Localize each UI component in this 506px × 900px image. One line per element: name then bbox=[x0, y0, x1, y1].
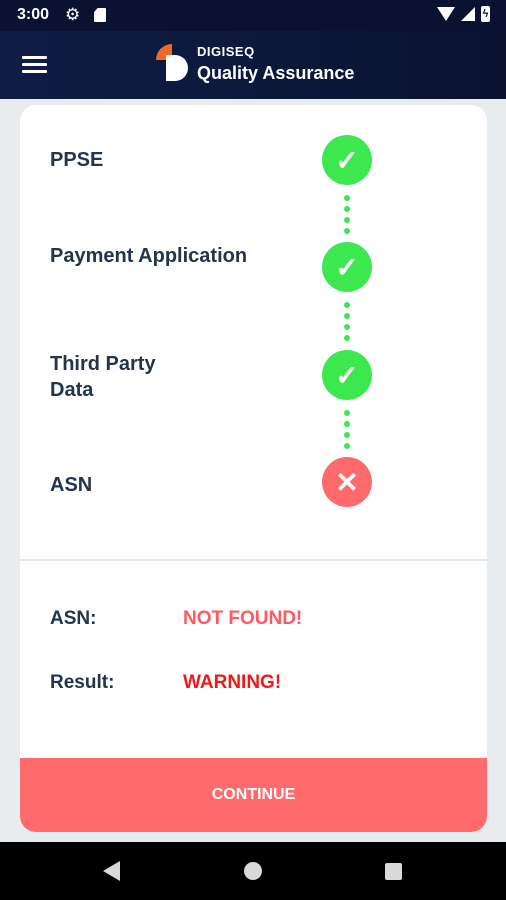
status-time: 3:00 bbox=[17, 6, 50, 23]
result-value: WARNING! bbox=[183, 672, 282, 693]
check-icon: ✓ bbox=[322, 350, 372, 400]
check-icon: ✓ bbox=[322, 242, 372, 292]
digiseq-logo bbox=[156, 44, 190, 82]
app-bar: DIGISEQ Quality Assurance bbox=[0, 31, 506, 99]
step-connector bbox=[344, 195, 350, 239]
step-label-ppse: PPSE bbox=[50, 149, 104, 171]
asn-value: NOT FOUND! bbox=[183, 608, 303, 629]
asn-label: ASN: bbox=[50, 608, 97, 629]
settings-icon: ⚙ bbox=[65, 5, 81, 24]
status-bar: 3:00 ⚙ bbox=[0, 0, 506, 31]
wifi-icon bbox=[437, 7, 455, 21]
step-label-payment-application: Payment Application bbox=[50, 245, 248, 267]
step-label-third-party-data: Third Party Data bbox=[50, 353, 156, 401]
step-connector bbox=[344, 410, 350, 454]
step-connector bbox=[344, 302, 350, 346]
navigation-bar bbox=[0, 842, 506, 900]
close-icon: ✕ bbox=[322, 457, 372, 507]
signal-icon bbox=[461, 7, 475, 21]
qa-result-card: PPSE ✓ Payment Application ✓ Third Party… bbox=[20, 105, 487, 832]
app-title: Quality Assurance bbox=[197, 63, 355, 83]
menu-icon[interactable] bbox=[22, 54, 48, 76]
result-label: Result: bbox=[50, 672, 115, 693]
sd-card-icon bbox=[94, 8, 106, 22]
check-icon: ✓ bbox=[322, 135, 372, 185]
step-label-asn: ASN bbox=[50, 474, 93, 496]
brand-name: DIGISEQ bbox=[197, 44, 255, 59]
battery-charging-icon bbox=[481, 6, 490, 22]
status-indicators bbox=[437, 6, 490, 22]
home-icon[interactable] bbox=[244, 862, 262, 880]
back-icon[interactable] bbox=[103, 861, 120, 881]
divider bbox=[20, 559, 487, 561]
recent-apps-icon[interactable] bbox=[385, 863, 402, 880]
continue-button[interactable]: CONTINUE bbox=[20, 758, 487, 832]
